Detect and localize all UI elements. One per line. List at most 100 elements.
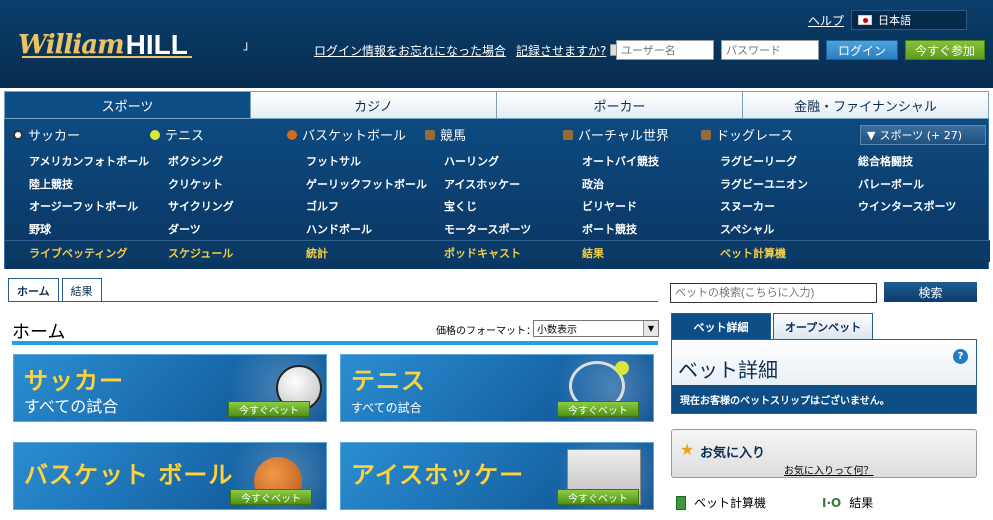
tab-sports[interactable]: スポーツ bbox=[5, 92, 251, 118]
price-format-value: 小数表示 bbox=[537, 325, 577, 336]
chevron-down-icon: ▼ bbox=[643, 321, 658, 336]
results-link[interactable]: 結果 bbox=[582, 245, 604, 261]
sub-sport-link[interactable]: スペシャル bbox=[720, 221, 774, 237]
sub-sport-link[interactable]: ダーツ bbox=[168, 221, 201, 237]
sub-sport-link[interactable]: ボクシング bbox=[168, 153, 223, 169]
search-button[interactable]: 検索 bbox=[884, 282, 977, 302]
language-label: 日本語 bbox=[878, 14, 911, 27]
tab-betslip[interactable]: ベット詳細 bbox=[671, 313, 771, 339]
sub-sport-link[interactable]: 総合格闘技 bbox=[858, 153, 913, 169]
sport-basketball[interactable]: バスケットボール bbox=[287, 125, 406, 144]
tab-divider bbox=[8, 301, 658, 302]
bet-now-button[interactable]: 今すぐベット bbox=[557, 489, 639, 505]
bet-now-button[interactable]: 今すぐベット bbox=[230, 489, 312, 505]
sub-sport-link[interactable]: モータースポーツ bbox=[444, 221, 531, 237]
help-icon[interactable]: ? bbox=[953, 349, 968, 364]
sub-sport-link[interactable]: 政治 bbox=[582, 176, 604, 192]
login-button[interactable]: ログイン bbox=[826, 40, 898, 60]
sub-sport-link[interactable]: 宝くじ bbox=[444, 198, 477, 214]
card-basketball[interactable]: バスケット ボール 今すぐベット bbox=[13, 442, 327, 510]
sub-sport-link[interactable]: アイスホッケー bbox=[444, 176, 520, 192]
tab-open-bets[interactable]: オープンベット bbox=[773, 313, 873, 339]
card-tennis[interactable]: テニス すべての試合 今すぐベット bbox=[340, 354, 654, 422]
main-sports-row: サッカー テニス バスケットボール 競馬 バーチャル世界 ドッグレース ▼ スポ… bbox=[5, 122, 990, 146]
remember-me-link[interactable]: 記録させますか? bbox=[516, 42, 606, 59]
content-tabs: ホーム 結果 bbox=[8, 278, 102, 302]
sub-sport-link[interactable]: ハンドボール bbox=[306, 221, 372, 237]
bet-search-input[interactable] bbox=[670, 283, 877, 303]
bet-now-button[interactable]: 今すぐベット bbox=[557, 401, 639, 417]
sports-quick-links: ライブベッティング スケジュール 統計 ポッドキャスト 結果 ベット計算機 bbox=[5, 240, 990, 262]
sport-soccer-label: サッカー bbox=[28, 129, 81, 144]
title-rule bbox=[12, 341, 658, 345]
sport-greyhounds-label: ドッグレース bbox=[716, 129, 794, 144]
favorites-title: お気に入り bbox=[700, 446, 766, 461]
sub-sport-link[interactable]: ボート競技 bbox=[582, 221, 637, 237]
tennis-ball-icon bbox=[615, 361, 629, 375]
bet-now-button[interactable]: 今すぐベット bbox=[228, 401, 310, 417]
sport-horse-racing-label: 競馬 bbox=[440, 129, 467, 144]
tab-casino[interactable]: カジノ bbox=[251, 92, 497, 118]
stats-link[interactable]: 統計 bbox=[306, 245, 328, 261]
sport-soccer[interactable]: サッカー bbox=[13, 125, 80, 144]
help-link[interactable]: ヘルプ bbox=[808, 12, 844, 29]
join-now-button[interactable]: 今すぐ参加 bbox=[905, 40, 985, 60]
sub-sport-link[interactable]: 野球 bbox=[29, 221, 51, 237]
chevron-down-icon: ▼ bbox=[867, 128, 876, 142]
sub-sport-link[interactable]: ゴルフ bbox=[306, 198, 339, 214]
sub-sport-link[interactable]: オージーフットボール bbox=[29, 198, 138, 214]
sub-sport-link[interactable]: ハーリング bbox=[444, 153, 499, 169]
sub-sport-link[interactable]: サイクリング bbox=[168, 198, 234, 214]
username-input[interactable] bbox=[616, 40, 714, 60]
sport-greyhounds[interactable]: ドッグレース bbox=[701, 125, 793, 144]
podcast-link[interactable]: ポッドキャスト bbox=[444, 245, 521, 261]
language-select[interactable]: 日本語 bbox=[851, 10, 967, 30]
sub-sport-link[interactable]: ゲーリックフットボール bbox=[306, 176, 427, 192]
bet-calculator-tool[interactable]: ベット計算機 bbox=[676, 494, 766, 511]
more-sports-label: スポーツ (+ 27) bbox=[879, 129, 963, 142]
sub-sport-link[interactable]: 陸上競技 bbox=[29, 176, 73, 192]
sub-sport-link[interactable]: クリケット bbox=[168, 176, 223, 192]
sub-sport-link[interactable]: スヌーカー bbox=[720, 198, 775, 214]
tab-results[interactable]: 結果 bbox=[61, 278, 102, 302]
soccer-ball-icon bbox=[13, 129, 23, 140]
tennis-ball-icon bbox=[150, 129, 160, 140]
live-betting-link[interactable]: ライブベッティング bbox=[29, 245, 127, 261]
tab-home[interactable]: ホーム bbox=[8, 278, 59, 302]
sport-tennis[interactable]: テニス bbox=[150, 125, 204, 144]
favorites-box: ★ お気に入り お気に入りって何？ bbox=[671, 429, 977, 478]
favorites-help-link[interactable]: お気に入りって何？ bbox=[784, 462, 874, 477]
tab-financial[interactable]: 金融・ファイナンシャル bbox=[743, 92, 988, 118]
results-tool[interactable]: I·O 結果 bbox=[822, 494, 873, 511]
card-soccer[interactable]: サッカー すべての試合 今すぐベット bbox=[13, 354, 327, 422]
more-sports-dropdown[interactable]: ▼ スポーツ (+ 27) bbox=[860, 125, 986, 145]
sub-sport-link[interactable]: ウインタースポーツ bbox=[858, 198, 956, 214]
forgot-login-link[interactable]: ログイン情報をお忘れになった場合 bbox=[314, 42, 506, 59]
schedule-link[interactable]: スケジュール bbox=[168, 245, 233, 261]
sub-sport-link[interactable]: ラグビーユニオン bbox=[720, 176, 808, 192]
sub-sport-link[interactable]: バレーボール bbox=[858, 176, 924, 192]
basketball-icon bbox=[287, 129, 297, 140]
tab-poker[interactable]: ポーカー bbox=[497, 92, 743, 118]
results-label: 結果 bbox=[849, 496, 874, 510]
sub-sport-link[interactable]: オートバイ競技 bbox=[582, 153, 659, 169]
main-nav: スポーツ カジノ ポーカー 金融・ファイナンシャル bbox=[4, 91, 989, 119]
bet-calculator-label: ベット計算機 bbox=[694, 496, 767, 510]
sport-horse-racing[interactable]: 競馬 bbox=[425, 125, 466, 144]
card-ice-hockey[interactable]: アイスホッケー 今すぐベット bbox=[340, 442, 654, 510]
price-format-label: 価格のフォーマット： bbox=[436, 326, 536, 337]
logo-underline bbox=[22, 56, 192, 58]
sub-sports-list: アメリカンフォトボール ボクシング フットサル ハーリング オートバイ競技 ラグ… bbox=[5, 149, 990, 239]
card-title: バスケット ボール bbox=[24, 461, 234, 489]
bet-calculator-link[interactable]: ベット計算機 bbox=[720, 245, 786, 261]
sport-virtual[interactable]: バーチャル世界 bbox=[563, 125, 669, 144]
price-format-select[interactable]: 小数表示 ▼ bbox=[533, 320, 659, 337]
sub-sport-link[interactable]: ビリヤード bbox=[582, 198, 637, 214]
password-input[interactable] bbox=[721, 40, 819, 60]
results-icon: I·O bbox=[822, 495, 842, 510]
sub-sport-link[interactable]: ラグビーリーグ bbox=[720, 153, 797, 169]
sub-sport-link[interactable]: アメリカンフォトボール bbox=[29, 153, 149, 169]
sports-menu-panel: サッカー テニス バスケットボール 競馬 バーチャル世界 ドッグレース ▼ スポ… bbox=[4, 119, 990, 269]
sub-sport-link[interactable]: フットサル bbox=[306, 153, 361, 169]
betslip-header: ベット詳細 ? bbox=[672, 340, 976, 385]
